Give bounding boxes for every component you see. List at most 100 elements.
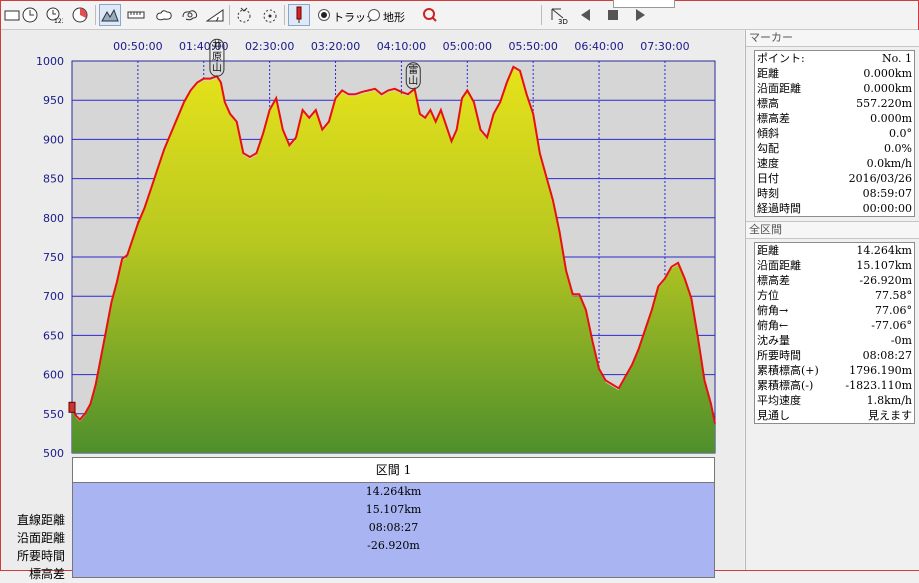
x-tick-label: 06:40:00 — [574, 40, 623, 53]
clock-icon[interactable] — [19, 4, 41, 26]
info-key: 平均速度 — [757, 394, 801, 407]
info-value: -26.920m — [859, 274, 912, 287]
info-row: 時刻 08:59:07 — [755, 186, 914, 201]
x-tick-label: 00:50:00 — [113, 40, 162, 53]
pin-marker-icon[interactable] — [288, 4, 310, 26]
info-value: 77.58° — [875, 289, 912, 302]
info-row: 勾配 0.0% — [755, 141, 914, 156]
slope-icon[interactable] — [204, 4, 226, 26]
section-label: 標高差 — [28, 567, 65, 581]
info-key: ポイント: — [757, 52, 805, 65]
svg-text:123: 123 — [54, 18, 63, 24]
x-tick-label: 03:20:00 — [311, 40, 360, 53]
info-key: 距離 — [757, 67, 779, 80]
track-radio[interactable] — [318, 9, 330, 21]
info-row: 標高 557.220m — [755, 96, 914, 111]
clock-123-icon[interactable]: 123 — [43, 4, 65, 26]
toolbar: 123 トラック 地形 3D — [1, 0, 918, 30]
toolbar-separator — [95, 5, 96, 25]
info-row: 沿面距離 0.000km — [755, 81, 914, 96]
info-key: 距離 — [757, 244, 779, 257]
y-tick-label: 600 — [43, 369, 64, 382]
info-row: 見通し 見えます — [755, 408, 914, 423]
x-tick-label: 07:30:00 — [640, 40, 689, 53]
info-row: 沈み量 -0m — [755, 333, 914, 348]
y-tick-label: 1000 — [36, 55, 64, 68]
peak-label-char: 原 — [212, 51, 222, 63]
dotted-circle-icon[interactable] — [233, 4, 255, 26]
search-q-icon[interactable] — [419, 4, 441, 26]
view-3d-icon[interactable]: 3D — [547, 4, 569, 26]
ruler-icon[interactable] — [125, 4, 147, 26]
info-value: No. 1 — [881, 52, 912, 65]
info-value: 0.000km — [863, 67, 912, 80]
section-label: 所要時間 — [16, 549, 65, 563]
info-key: 速度 — [757, 157, 779, 170]
toolbar-separator — [284, 5, 285, 25]
dotted-circle-2-icon[interactable] — [259, 4, 281, 26]
peak-label-char: 山 — [408, 75, 418, 87]
y-tick-label: 950 — [43, 94, 64, 107]
all-section-panel-title: 全区間 — [746, 221, 919, 239]
info-row: 所要時間 08:08:27 — [755, 348, 914, 363]
info-key: 経過時間 — [757, 202, 801, 215]
info-row: 標高差 -26.920m — [755, 273, 914, 288]
terrain-radio[interactable] — [368, 9, 380, 21]
peak-label-char: 井 — [212, 39, 222, 52]
info-value: 00:00:00 — [862, 202, 912, 215]
terrain-radio-label: 地形 — [383, 11, 405, 24]
y-tick-label: 900 — [43, 133, 64, 146]
info-value: 1796.190m — [849, 364, 912, 377]
info-row: 方位 77.58° — [755, 288, 914, 303]
mountain-profile-icon[interactable] — [99, 4, 121, 26]
y-tick-label: 800 — [43, 212, 64, 225]
info-row: 日付 2016/03/26 — [755, 171, 914, 186]
y-tick-label: 750 — [43, 251, 64, 264]
cloud-swirl-icon[interactable] — [179, 4, 201, 26]
info-key: 累積標高(+) — [757, 364, 819, 377]
peak-label-char: 雷 — [408, 64, 418, 76]
peak-label-char: 山 — [212, 62, 222, 74]
info-key: 標高 — [757, 97, 779, 110]
info-row: 平均速度 1.8km/h — [755, 393, 914, 408]
start-marker[interactable] — [68, 401, 76, 413]
info-row: 沿面距離 15.107km — [755, 258, 914, 273]
toolbar-separator — [229, 5, 230, 25]
info-value: 0.0% — [884, 142, 912, 155]
info-row: 速度 0.0km/h — [755, 156, 914, 171]
info-value: 15.107km — [856, 259, 912, 272]
info-key: 俯角→ — [757, 304, 789, 317]
x-tick-label: 05:00:00 — [443, 40, 492, 53]
section-value: 14.264km — [365, 485, 422, 498]
peak-label: 井原山 — [209, 38, 225, 77]
x-tick-label: 04:10:00 — [377, 40, 426, 53]
info-key: 標高差 — [757, 112, 790, 125]
prev-icon[interactable] — [575, 4, 597, 26]
section-body: 14.264km 15.107km 08:08:27 -26.920m — [72, 483, 715, 578]
section-table: 区間 1 14.264km 15.107km 08:08:27 -26.920m — [72, 457, 715, 578]
info-value: 557.220m — [856, 97, 912, 110]
section-label: 沿面距離 — [16, 531, 65, 545]
info-row: 傾斜 0.0° — [755, 126, 914, 141]
info-key: 所要時間 — [757, 349, 801, 362]
info-value: 77.06° — [875, 304, 912, 317]
section-label: 直線距離 — [16, 513, 65, 527]
info-value: -0m — [890, 334, 912, 347]
info-value: 1.8km/h — [866, 394, 912, 407]
dial-icon[interactable] — [69, 4, 91, 26]
section-header[interactable]: 区間 1 — [72, 457, 715, 483]
info-value: -77.06° — [871, 319, 912, 332]
y-tick-label: 700 — [43, 290, 64, 303]
y-tick-label: 500 — [43, 447, 64, 460]
info-value: 08:08:27 — [862, 349, 912, 362]
info-value: 0.000km — [863, 82, 912, 95]
info-value: 見えます — [868, 409, 912, 422]
info-row: 距離 0.000km — [755, 66, 914, 81]
section-value: -26.920m — [367, 539, 420, 552]
x-tick-label: 02:30:00 — [245, 40, 294, 53]
cloud-shape-icon[interactable] — [153, 4, 175, 26]
marker-panel-title: マーカー — [746, 30, 919, 47]
info-row: 俯角→ 77.06° — [755, 303, 914, 318]
info-value: -1823.110m — [845, 379, 912, 392]
info-key: 日付 — [757, 172, 779, 185]
